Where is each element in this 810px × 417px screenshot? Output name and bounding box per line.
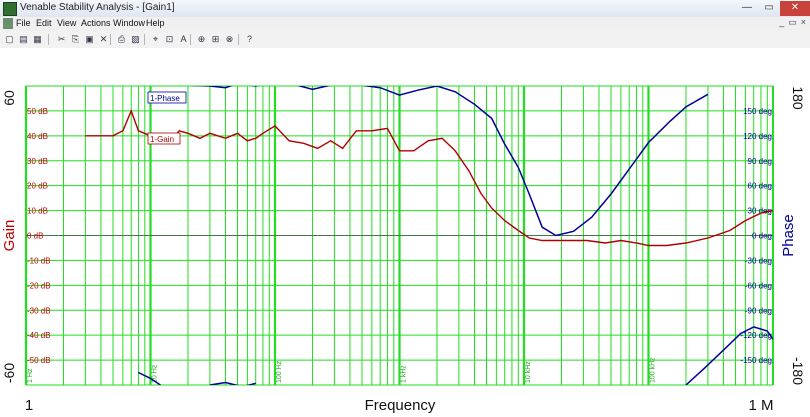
- phase-min-label: -180: [790, 357, 806, 385]
- text-icon[interactable]: A: [178, 33, 189, 45]
- x-start-label: 1: [25, 397, 33, 414]
- gain-tick-label: -50 dB: [27, 356, 51, 365]
- decade-label: 100 Hz: [276, 360, 283, 383]
- print-icon[interactable]: ⎙: [116, 33, 127, 45]
- maximize-button[interactable]: ▭: [758, 1, 780, 16]
- plot-background: [0, 48, 810, 417]
- mdi-restore-button[interactable]: ▭: [788, 17, 797, 28]
- document-icon[interactable]: [3, 18, 13, 29]
- gain-tick-label: -10 dB: [27, 256, 51, 265]
- phase-tick-label: 120 deg: [743, 132, 772, 141]
- x-axis-label: Frequency: [365, 397, 436, 414]
- gain-axis-label: Gain: [1, 220, 18, 252]
- decade-label: 1 kHz: [401, 365, 408, 383]
- delete-icon[interactable]: ✕: [98, 33, 109, 45]
- decade-label: 10 kHz: [525, 361, 532, 383]
- mdi-minimize-button[interactable]: _: [779, 17, 784, 28]
- gain-tick-label: -20 dB: [27, 281, 51, 290]
- phase-tick-label: 0 deg: [752, 232, 772, 241]
- window-title: Venable Stability Analysis - [Gain1]: [20, 2, 175, 13]
- mdi-controls: _ ▭ ×: [779, 17, 806, 28]
- bode-plot[interactable]: 1 Hz 10 Hz 100 Hz 1 kHz 10 kHz 100 kHz 50 dB4…: [0, 48, 810, 417]
- dsp-icon[interactable]: ⊗: [224, 33, 235, 45]
- menu-help[interactable]: Help: [146, 18, 165, 28]
- close-button[interactable]: ✕: [780, 1, 810, 16]
- gain-tick-label: -30 dB: [27, 306, 51, 315]
- gain-tick-label: 10 dB: [27, 207, 48, 216]
- copy-icon[interactable]: ⎘: [70, 33, 81, 45]
- help-icon[interactable]: ?: [244, 33, 255, 45]
- decade-label: 1 Hz: [27, 368, 34, 383]
- menu-view[interactable]: View: [57, 18, 76, 28]
- cursor-icon[interactable]: ⌖: [150, 33, 161, 45]
- menu-bar: File Edit View Actions Window Help _ ▭ ×: [0, 17, 810, 31]
- menu-actions[interactable]: Actions: [81, 18, 111, 28]
- gain-tick-label: 40 dB: [27, 132, 48, 141]
- gain-tick-label: 0 dB: [27, 232, 43, 241]
- gain-tick-label: 50 dB: [27, 107, 48, 116]
- gain-tick-label: 20 dB: [27, 182, 48, 191]
- gain-max-label: 60: [1, 90, 17, 106]
- mdi-close-button[interactable]: ×: [801, 17, 806, 28]
- phase-tick-label: -150 deg: [740, 356, 772, 365]
- cut-icon[interactable]: ✂: [56, 33, 67, 45]
- phase-legend-label: 1-Phase: [150, 94, 180, 103]
- settings-icon[interactable]: ⊞: [210, 33, 221, 45]
- gain-tick-label: -40 dB: [27, 331, 51, 340]
- open-icon[interactable]: ▤: [18, 33, 29, 45]
- minimize-button[interactable]: —: [736, 1, 758, 16]
- toolbar-separator: [110, 34, 111, 45]
- menu-file[interactable]: File: [16, 18, 31, 28]
- toolbar-separator: [48, 34, 49, 45]
- print-preview-icon[interactable]: ▧: [130, 33, 141, 45]
- x-end-label: 1 M: [748, 397, 773, 414]
- toolbar-separator: [190, 34, 191, 45]
- decade-label: 100 kHz: [650, 357, 657, 383]
- gain-min-label: -60: [1, 363, 17, 383]
- new-icon[interactable]: ▢: [4, 33, 15, 45]
- window-controls: — ▭ ✕: [736, 0, 810, 17]
- phase-axis-label: Phase: [780, 214, 797, 257]
- phase-tick-label: -30 deg: [745, 256, 772, 265]
- phase-tick-label: 90 deg: [748, 157, 772, 166]
- phase-tick-label: -120 deg: [740, 331, 772, 340]
- gain-tick-label: 30 dB: [27, 157, 48, 166]
- app-icon: [3, 2, 17, 16]
- phase-tick-label: -90 deg: [745, 306, 772, 315]
- toolbar-separator: [238, 34, 239, 45]
- save-icon[interactable]: ▦: [32, 33, 43, 45]
- measure-icon[interactable]: ⊕: [196, 33, 207, 45]
- menu-edit[interactable]: Edit: [36, 18, 52, 28]
- zoom-box-icon[interactable]: ⊡: [164, 33, 175, 45]
- toolbar-separator: [144, 34, 145, 45]
- paste-icon[interactable]: ▣: [84, 33, 95, 45]
- gain-legend-label: 1-Gain: [150, 135, 174, 144]
- phase-tick-label: 60 deg: [748, 182, 772, 191]
- title-bar: Venable Stability Analysis - [Gain1] — ▭…: [0, 0, 810, 18]
- toolbar: ▢ ▤ ▦ ✂ ⎘ ▣ ✕ ⎙ ▧ ⌖ ⊡ A ⊕ ⊞ ⊗?: [0, 31, 810, 49]
- menu-window[interactable]: Window: [113, 18, 145, 28]
- phase-tick-label: 150 deg: [743, 107, 772, 116]
- phase-tick-label: -60 deg: [745, 281, 772, 290]
- phase-max-label: 180: [790, 86, 806, 110]
